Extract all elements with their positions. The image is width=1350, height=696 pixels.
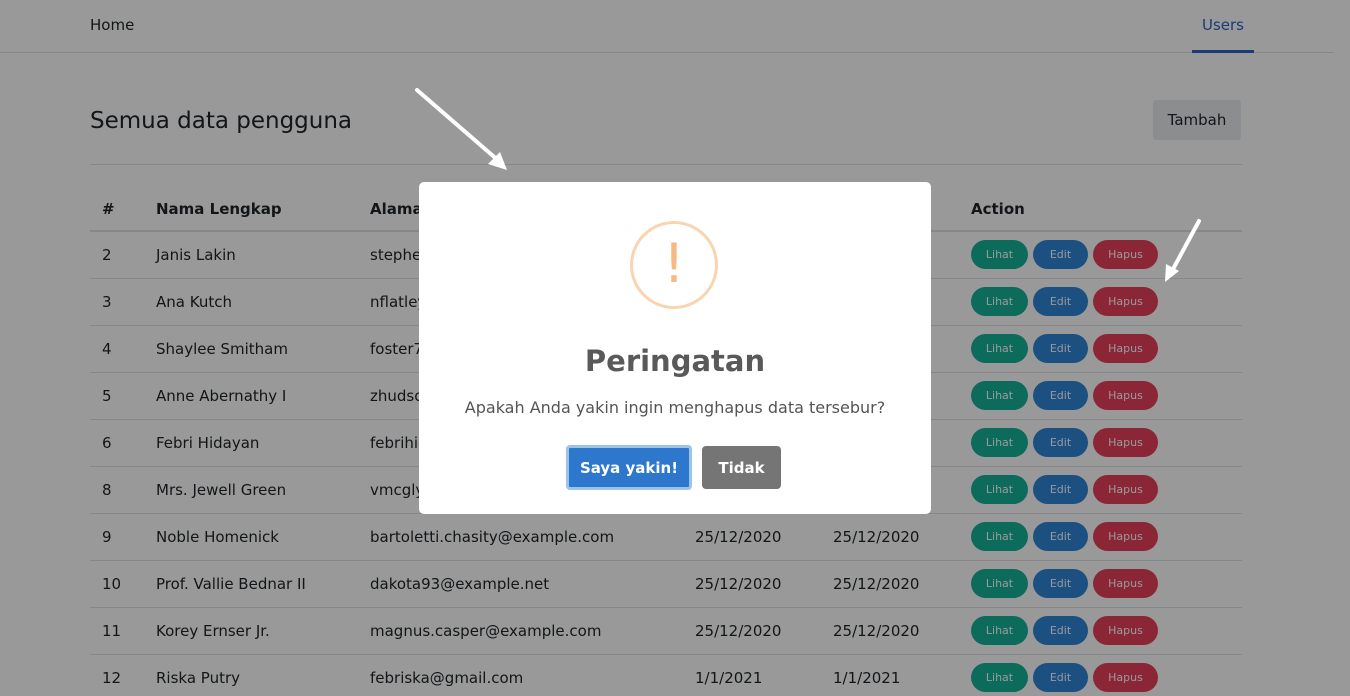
confirm-button[interactable]: Saya yakin! [566, 445, 692, 490]
confirm-delete-dialog: ! Peringatan Apakah Anda yakin ingin men… [419, 182, 931, 514]
dialog-message: Apakah Anda yakin ingin menghapus data t… [464, 398, 886, 417]
dialog-title: Peringatan [584, 344, 766, 378]
annotation-arrow-icon [1165, 219, 1201, 282]
exclamation-warning-icon: ! [630, 221, 718, 309]
cancel-button[interactable]: Tidak [702, 446, 781, 489]
annotation-arrow-icon [415, 88, 507, 170]
